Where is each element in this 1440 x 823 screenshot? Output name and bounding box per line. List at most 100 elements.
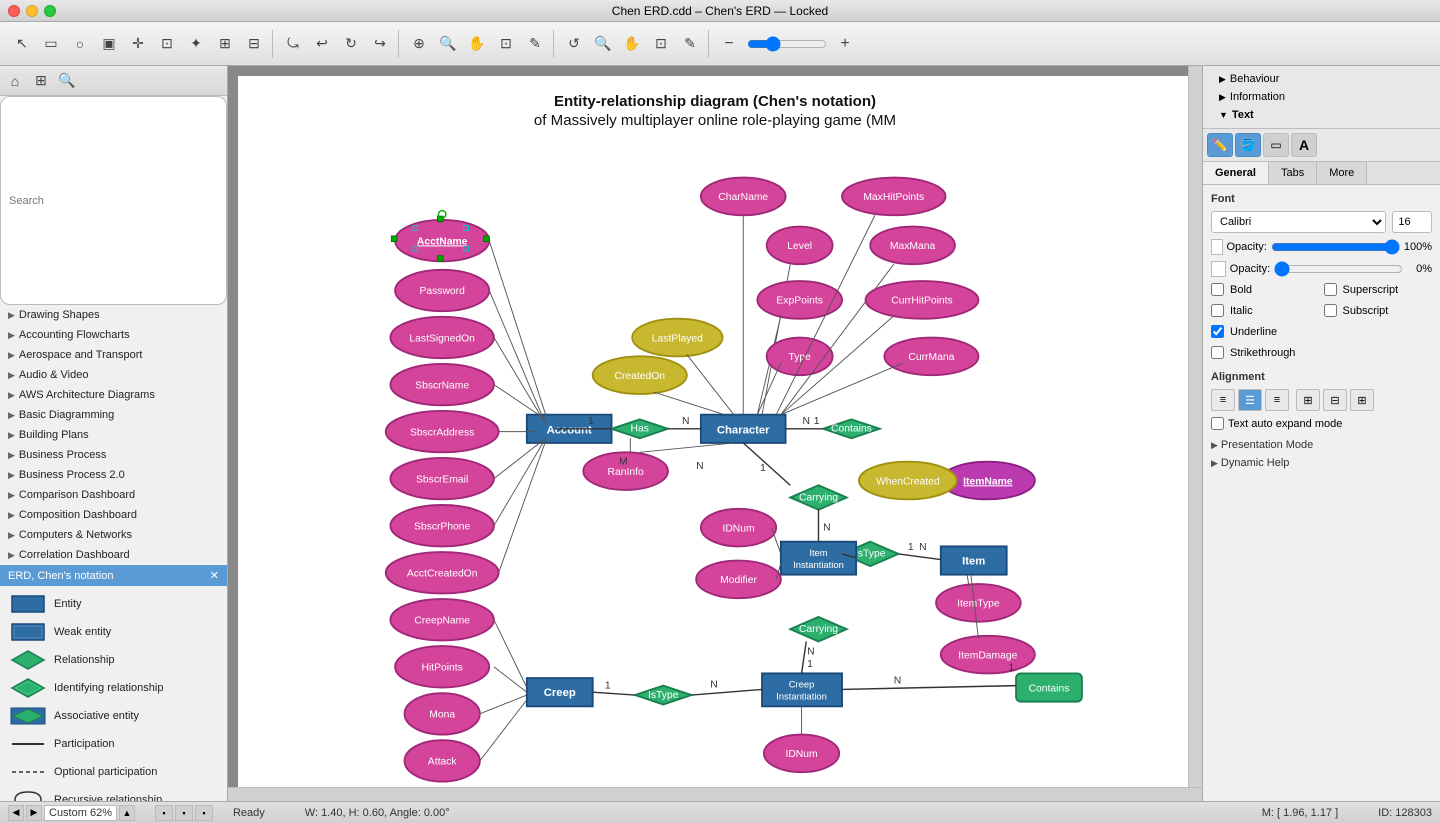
fwd-tool[interactable]: ↪	[366, 30, 394, 58]
horizontal-scrollbar[interactable]	[228, 787, 1202, 801]
shape-relationship[interactable]: Relationship	[4, 646, 223, 674]
shape-weak-entity[interactable]: Weak entity	[4, 618, 223, 646]
hand-tool[interactable]: ✋	[618, 30, 646, 58]
shape-entity[interactable]: Entity	[4, 590, 223, 618]
sidebar-item-aerospace[interactable]: ▶ Aerospace and Transport	[0, 345, 227, 365]
dynamic-help-link[interactable]: ▶ Dynamic Help	[1211, 454, 1432, 472]
subscript-checkbox[interactable]	[1324, 304, 1337, 317]
zoom-in[interactable]: 🔍	[589, 30, 617, 58]
align-center-btn[interactable]: ☰	[1238, 389, 1262, 411]
diagram-title2: of Massively multiplayer online role-pla…	[534, 112, 896, 129]
sidebar-item-aws[interactable]: ▶ AWS Architecture Diagrams	[0, 385, 227, 405]
search-sidebar-btn[interactable]: 🔍	[56, 70, 78, 92]
bold-checkbox[interactable]	[1211, 283, 1224, 296]
prev-page[interactable]: ↺	[560, 30, 588, 58]
text-format-btn[interactable]: A	[1291, 133, 1317, 157]
sidebar-item-computers-networks[interactable]: ▶ Computers & Networks	[0, 525, 227, 545]
font-size-input[interactable]	[1392, 211, 1432, 233]
zoom-slider[interactable]	[747, 36, 827, 52]
draw-tool[interactable]: ✎	[676, 30, 704, 58]
sidebar-item-comparison-dashboard[interactable]: ▶ Comparison Dashboard	[0, 485, 227, 505]
add-tool[interactable]: ⊞	[211, 30, 239, 58]
ellipse-tool[interactable]: ○	[66, 30, 94, 58]
undo-tool[interactable]: ↩	[308, 30, 336, 58]
sidebar-item-label: Accounting Flowcharts	[19, 329, 130, 341]
align-left-btn[interactable]: ≡	[1211, 389, 1235, 411]
panel-tree-text[interactable]: ▼ Text	[1211, 106, 1432, 124]
remove-tool[interactable]: ⊟	[240, 30, 268, 58]
paint-format-btn[interactable]: 🪣	[1235, 133, 1261, 157]
sidebar-item-audio-video[interactable]: ▶ Audio & Video	[0, 365, 227, 385]
print-tool[interactable]: ⊡	[492, 30, 520, 58]
pan-tool[interactable]: ✋	[463, 30, 491, 58]
page-btn-3[interactable]: ▪	[195, 805, 213, 821]
color-swatch-2[interactable]	[1211, 261, 1226, 277]
prev-nav-btn[interactable]: ◀	[8, 805, 24, 821]
tab-tabs[interactable]: Tabs	[1269, 162, 1317, 184]
panel-tree-behaviour[interactable]: ▶ Behaviour	[1211, 70, 1432, 88]
pencil-format-btn[interactable]: ✏️	[1207, 133, 1233, 157]
zoom-out-btn[interactable]: −	[715, 30, 743, 58]
canvas[interactable]: Entity-relationship diagram (Chen's nota…	[238, 76, 1192, 791]
table-tool[interactable]: ▣	[95, 30, 123, 58]
search-tool[interactable]: 🔍	[434, 30, 462, 58]
color-swatch-1[interactable]	[1211, 239, 1223, 255]
redo-tool[interactable]: ↻	[337, 30, 365, 58]
sidebar-item-basic[interactable]: ▶ Basic Diagramming	[0, 405, 227, 425]
underline-checkbox[interactable]	[1211, 325, 1224, 338]
search-input[interactable]	[0, 96, 227, 305]
maximize-button[interactable]	[44, 5, 56, 17]
opacity-slider-2[interactable]	[1274, 261, 1403, 277]
grid-tool[interactable]: ⊡	[647, 30, 675, 58]
back-tool[interactable]: ⤿	[279, 30, 307, 58]
canvas-area[interactable]: Entity-relationship diagram (Chen's nota…	[228, 66, 1202, 801]
align-justify-right-btn[interactable]: ⊞	[1350, 389, 1374, 411]
opacity-slider-1[interactable]	[1271, 239, 1400, 255]
vertical-scrollbar[interactable]	[1188, 66, 1202, 787]
tab-general[interactable]: General	[1203, 162, 1269, 184]
align-justify-center-btn[interactable]: ⊟	[1323, 389, 1347, 411]
sidebar-item-drawing-shapes[interactable]: ▶ Drawing Shapes	[0, 305, 227, 325]
sidebar-item-business-process-2[interactable]: ▶ Business Process 2.0	[0, 465, 227, 485]
sidebar-item-accounting-flowcharts[interactable]: ▶ Accounting Flowcharts	[0, 325, 227, 345]
pen-tool[interactable]: ✎	[521, 30, 549, 58]
sidebar-item-correlation-dashboard[interactable]: ▶ Correlation Dashboard	[0, 545, 227, 565]
grid-view-icon[interactable]: ⊞	[30, 70, 52, 92]
align-right-btn[interactable]: ≡	[1265, 389, 1289, 411]
panel-tree-information[interactable]: ▶ Information	[1211, 88, 1432, 106]
page-btn-1[interactable]: ▪	[155, 805, 173, 821]
rect-tool[interactable]: ▭	[37, 30, 65, 58]
home-icon[interactable]: ⌂	[4, 70, 26, 92]
sidebar-item-business-process[interactable]: ▶ Business Process	[0, 445, 227, 465]
sidebar-item-building-plans[interactable]: ▶ Building Plans	[0, 425, 227, 445]
shape-associative-entity[interactable]: Associative entity	[4, 702, 223, 730]
close-button[interactable]	[8, 5, 20, 17]
shape-recursive-relationship[interactable]: Recursive relationship	[4, 786, 223, 801]
close-icon[interactable]: ✕	[210, 569, 219, 582]
superscript-checkbox[interactable]	[1324, 283, 1337, 296]
zoom-in-btn[interactable]: +	[831, 30, 859, 58]
note-tool[interactable]: ⊡	[153, 30, 181, 58]
cross-tool[interactable]: ✛	[124, 30, 152, 58]
minimize-button[interactable]	[26, 5, 38, 17]
sidebar-item-erd-chen[interactable]: ERD, Chen's notation ✕	[0, 565, 227, 586]
zoom-up-btn[interactable]: ▲	[119, 805, 135, 821]
star-tool[interactable]: ✦	[182, 30, 210, 58]
zoom-fit-tool[interactable]: ⊕	[405, 30, 433, 58]
shape-optional-participation[interactable]: Optional participation	[4, 758, 223, 786]
font-family-select[interactable]: Calibri Arial Helvetica	[1211, 211, 1386, 233]
sidebar-item-composition-dashboard[interactable]: ▶ Composition Dashboard	[0, 505, 227, 525]
shape-participation[interactable]: Participation	[4, 730, 223, 758]
select-tool[interactable]: ↖	[8, 30, 36, 58]
strikethrough-checkbox[interactable]	[1211, 346, 1224, 359]
align-justify-left-btn[interactable]: ⊞	[1296, 389, 1320, 411]
shape-identifying-relationship[interactable]: Identifying relationship	[4, 674, 223, 702]
auto-expand-checkbox[interactable]	[1211, 417, 1224, 430]
tab-more[interactable]: More	[1317, 162, 1367, 184]
next-nav-btn[interactable]: ▶	[26, 805, 42, 821]
page-btn-2[interactable]: ▪	[175, 805, 193, 821]
italic-checkbox[interactable]	[1211, 304, 1224, 317]
svg-text:Item: Item	[962, 555, 985, 567]
presentation-mode-link[interactable]: ▶ Presentation Mode	[1211, 436, 1432, 454]
rect-format-btn[interactable]: ▭	[1263, 133, 1289, 157]
